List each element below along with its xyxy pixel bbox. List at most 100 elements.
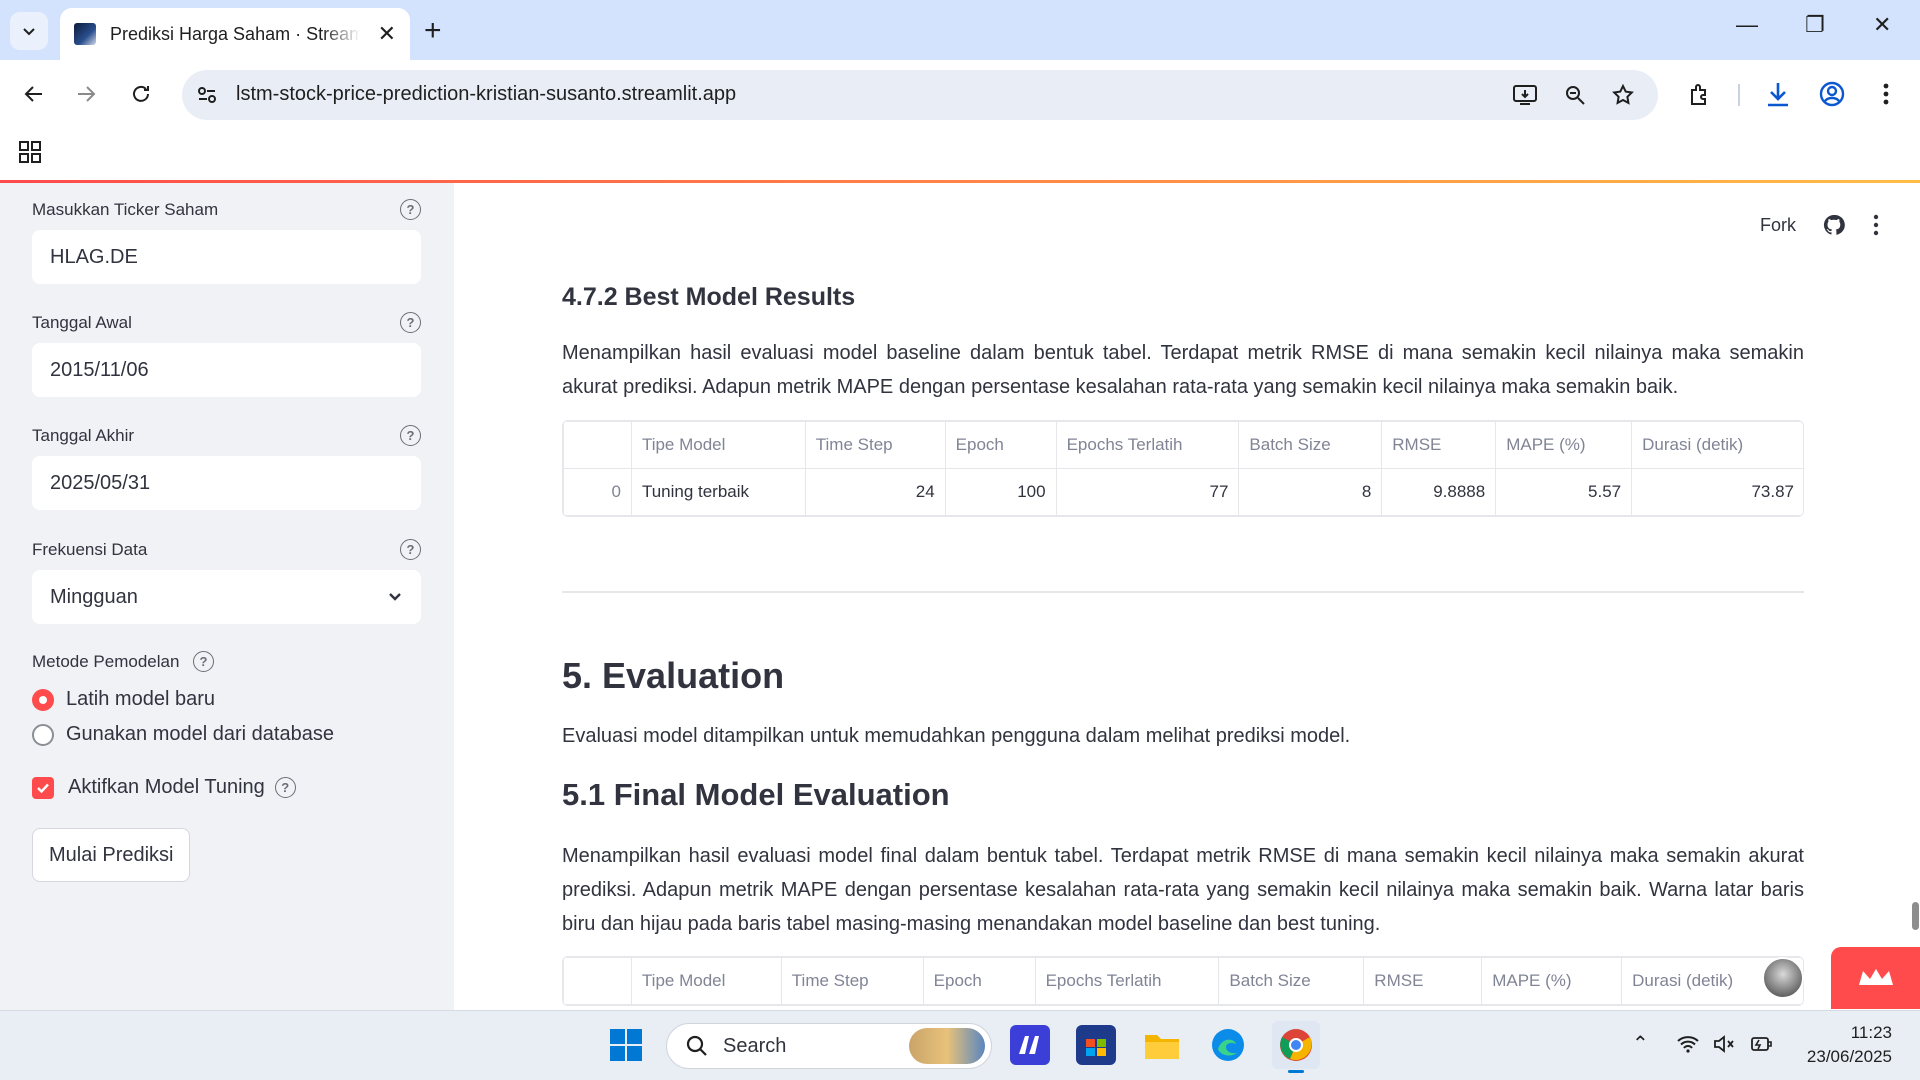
start-date-label: Tanggal Awal <box>32 313 132 332</box>
start-date-input[interactable]: 2015/11/06 <box>32 343 421 397</box>
back-button[interactable] <box>16 76 52 112</box>
tab-search-button[interactable] <box>10 12 48 50</box>
best-model-table[interactable]: Tipe Model Time Step Epoch Epochs Terlat… <box>562 420 1804 517</box>
table-header-cell[interactable]: Tipe Model <box>630 421 806 469</box>
tuning-checkbox[interactable]: Aktifkan Model Tuning ? <box>32 776 296 799</box>
table-header-cell[interactable]: MAPE (%) <box>1495 421 1633 469</box>
fork-button[interactable]: Fork <box>1760 215 1796 236</box>
end-date-label: Tanggal Akhir <box>32 426 135 445</box>
crown-icon <box>1858 969 1893 985</box>
start-prediction-button[interactable]: Mulai Prediksi <box>32 828 191 882</box>
final-evaluation-heading: 5.1 Final Model Evaluation <box>562 777 950 812</box>
url-text[interactable]: lstm-stock-price-prediction-kristian-sus… <box>236 83 736 106</box>
reload-button[interactable] <box>123 76 159 112</box>
table-header-cell[interactable]: Durasi (detik) <box>1631 421 1803 469</box>
table-header-cell[interactable]: Epoch <box>944 421 1057 469</box>
frequency-select[interactable]: Mingguan <box>32 570 421 624</box>
table-header-cell[interactable]: Batch Size <box>1238 421 1383 469</box>
table-cell[interactable]: 8 <box>1238 468 1383 516</box>
table-header-cell[interactable]: Tipe Model <box>630 957 782 1005</box>
end-date-input[interactable]: 2025/05/31 <box>32 456 421 510</box>
evaluation-description: Evaluasi model ditampilkan untuk memudah… <box>562 725 1351 747</box>
ticker-input[interactable]: HLAG.DE <box>32 230 421 284</box>
table-cell[interactable]: 73.87 <box>1631 468 1803 516</box>
start-date-help-icon[interactable]: ? <box>400 312 421 333</box>
downloads-icon[interactable] <box>1762 78 1794 110</box>
ticker-label: Masukkan Ticker Saham <box>32 200 219 219</box>
minimize-window-icon[interactable]: — <box>1736 12 1758 38</box>
taskbar-search-box[interactable]: Search <box>666 1023 992 1069</box>
forward-button[interactable] <box>68 76 104 112</box>
table-header-cell[interactable]: Batch Size <box>1218 957 1365 1005</box>
table-header-cell[interactable]: Epochs Terlatih <box>1055 421 1240 469</box>
table-cell[interactable]: 24 <box>804 468 946 516</box>
table-header-cell[interactable] <box>563 421 632 469</box>
system-clock[interactable]: 11:23 23/06/2025 <box>1807 1021 1892 1069</box>
streamlit-manage-app-button[interactable] <box>1831 947 1920 1009</box>
radio-option-use-database[interactable]: Gunakan model dari database <box>32 723 334 746</box>
final-evaluation-table[interactable]: Tipe Model Time Step Epoch Epochs Terlat… <box>562 956 1804 1006</box>
table-cell[interactable]: Tuning terbaik <box>630 468 806 516</box>
taskbar-search-placeholder: Search <box>723 1034 787 1057</box>
table-header-cell[interactable]: RMSE <box>1381 421 1497 469</box>
radio-option-train-new[interactable]: Latih model baru <box>32 688 215 711</box>
apps-grid-icon[interactable] <box>18 140 42 169</box>
site-favicon-icon <box>74 23 96 45</box>
tuning-help-icon[interactable]: ? <box>274 777 296 798</box>
table-cell[interactable]: 9.8888 <box>1381 468 1497 516</box>
end-date-help-icon[interactable]: ? <box>400 425 421 446</box>
browser-toolbar: lstm-stock-price-prediction-kristian-sus… <box>0 60 1920 128</box>
table-cell[interactable]: 77 <box>1055 468 1240 516</box>
bookmark-star-icon[interactable] <box>1610 82 1636 108</box>
show-hidden-icons-icon[interactable]: ⌃ <box>1632 1031 1649 1056</box>
windows-start-icon[interactable] <box>606 1025 646 1065</box>
profile-icon[interactable] <box>1816 78 1848 110</box>
final-evaluation-description: Menampilkan hasil evaluasi model final d… <box>562 845 1804 935</box>
radio-selected-icon <box>32 688 54 711</box>
battery-charging-icon[interactable] <box>1748 1033 1774 1055</box>
app-icon-m365[interactable] <box>1010 1025 1050 1065</box>
install-app-icon[interactable] <box>1512 82 1538 108</box>
table-header-cell[interactable]: Epochs Terlatih <box>1034 957 1220 1005</box>
microsoft-store-icon[interactable] <box>1076 1025 1116 1065</box>
volume-muted-icon[interactable] <box>1712 1034 1736 1054</box>
wifi-icon[interactable] <box>1676 1034 1700 1054</box>
new-tab-button[interactable]: + <box>424 14 442 48</box>
table-cell[interactable]: 5.57 <box>1495 468 1633 516</box>
table-cell[interactable]: 0 <box>563 468 632 516</box>
table-header-row: Tipe Model Time Step Epoch Epochs Terlat… <box>563 421 1803 469</box>
zoom-icon[interactable] <box>1562 82 1588 108</box>
os-taskbar: Search ⌃ 11:23 23/06/2025 <box>0 1010 1920 1080</box>
table-header-cell[interactable]: MAPE (%) <box>1481 957 1623 1005</box>
table-header-cell[interactable]: Time Step <box>780 957 924 1005</box>
address-bar[interactable]: lstm-stock-price-prediction-kristian-sus… <box>182 70 1658 120</box>
page-scrollbar-thumb[interactable] <box>1912 902 1919 930</box>
app-menu-icon[interactable] <box>1872 214 1880 236</box>
close-tab-icon[interactable]: ✕ <box>378 21 396 47</box>
best-model-heading: 4.7.2 Best Model Results <box>562 283 856 311</box>
user-avatar[interactable] <box>1762 957 1804 999</box>
browser-menu-icon[interactable] <box>1870 78 1902 110</box>
edge-browser-icon[interactable] <box>1208 1025 1248 1065</box>
frequency-help-icon[interactable]: ? <box>400 539 421 560</box>
chrome-browser-icon[interactable] <box>1272 1021 1320 1073</box>
table-header-cell[interactable]: Time Step <box>804 421 946 469</box>
site-settings-icon[interactable] <box>194 82 220 108</box>
restore-window-icon[interactable]: ❐ <box>1805 12 1825 38</box>
sidebar: Masukkan Ticker Saham ? HLAG.DE Tanggal … <box>0 183 454 1010</box>
browser-tab-active[interactable]: Prediksi Harga Saham · Streamlit ✕ <box>60 8 410 60</box>
table-header-cell[interactable]: RMSE <box>1363 957 1483 1005</box>
file-explorer-icon[interactable] <box>1142 1025 1182 1065</box>
checkbox-checked-icon <box>32 776 54 799</box>
method-help-icon[interactable]: ? <box>193 651 214 672</box>
extensions-icon[interactable] <box>1684 78 1716 110</box>
radio-label: Latih model baru <box>66 688 215 710</box>
table-header-cell[interactable] <box>563 957 632 1005</box>
table-cell[interactable]: 100 <box>944 468 1057 516</box>
radio-unselected-icon <box>32 723 54 746</box>
table-header-cell[interactable]: Epoch <box>922 957 1036 1005</box>
github-icon[interactable] <box>1822 213 1846 237</box>
close-window-icon[interactable]: ✕ <box>1873 12 1891 38</box>
tuning-label: Aktifkan Model Tuning <box>68 776 265 798</box>
ticker-help-icon[interactable]: ? <box>400 199 421 220</box>
